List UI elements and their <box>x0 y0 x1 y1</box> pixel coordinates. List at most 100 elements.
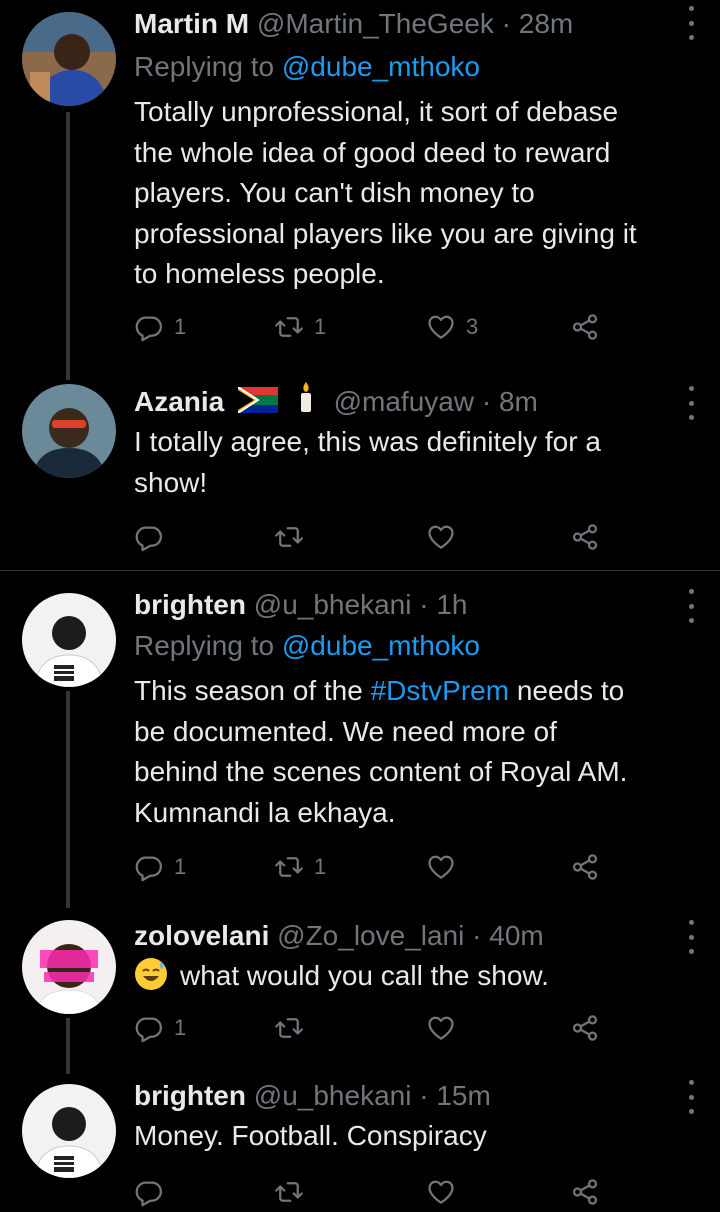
text-line: to homeless people. <box>134 258 385 289</box>
like-icon <box>426 522 456 552</box>
mention-link[interactable]: @dube_mthoko <box>282 51 480 82</box>
reply-icon <box>134 522 164 552</box>
like-button[interactable] <box>426 847 466 887</box>
timestamp[interactable]: 28m <box>519 8 573 39</box>
like-icon <box>426 1013 456 1043</box>
text-line: I totally agree, this was definitely for… <box>134 426 601 457</box>
like-icon <box>426 852 456 882</box>
share-button[interactable] <box>570 1172 600 1212</box>
more-icon[interactable] <box>686 589 696 623</box>
more-icon[interactable] <box>686 386 696 420</box>
display-name[interactable]: zolovelani <box>134 920 269 951</box>
timestamp[interactable]: 40m <box>489 920 543 951</box>
replying-to: Replying to @dube_mthoko <box>134 47 480 87</box>
retweet-button[interactable] <box>274 1172 304 1212</box>
tweet-header: Martin M @Martin_TheGeek · 28m <box>134 2 573 46</box>
avatar[interactable] <box>22 12 116 106</box>
retweet-icon <box>274 1013 304 1043</box>
tweet-brighten[interactable]: brighten @u_bhekani · 1h Replying to @du… <box>0 583 720 908</box>
text-line: Totally unprofessional, it sort of debas… <box>134 96 619 127</box>
text-line: show! <box>134 466 208 498</box>
share-icon <box>570 312 600 342</box>
retweet-icon <box>274 522 304 552</box>
thread-line <box>66 1018 70 1074</box>
tweet-text: Totally unprofessional, it sort of debas… <box>134 92 694 295</box>
retweet-button[interactable]: 1 <box>274 847 326 887</box>
share-button[interactable] <box>570 847 600 887</box>
tweet-header: brighten @u_bhekani · 1h <box>134 583 467 627</box>
handle[interactable]: @Zo_love_lani <box>277 920 464 951</box>
mention-link[interactable]: @dube_mthoko <box>282 630 480 661</box>
more-icon[interactable] <box>686 6 696 40</box>
text-fragment: what would you call the show. <box>180 960 549 991</box>
more-icon[interactable] <box>686 1080 696 1114</box>
reply-icon <box>134 312 164 342</box>
reply-button[interactable] <box>134 1172 164 1212</box>
share-button[interactable] <box>570 307 600 347</box>
display-name[interactable]: brighten <box>134 1080 246 1111</box>
more-icon[interactable] <box>686 920 696 954</box>
reply-count: 1 <box>174 314 187 339</box>
share-button[interactable] <box>570 517 600 557</box>
text-line: players. You can't dish money to <box>134 177 535 208</box>
like-button[interactable] <box>426 1172 456 1212</box>
separator: · <box>501 8 511 39</box>
replying-prefix: Replying to <box>134 51 275 82</box>
separator: · <box>419 589 429 620</box>
like-button[interactable] <box>426 517 466 557</box>
thread-line <box>66 112 70 380</box>
tweet-header: brighten @u_bhekani · 15m <box>134 1074 491 1118</box>
tweet-zolovelani[interactable]: zolovelani @Zo_love_lani · 40m what woul… <box>0 914 720 1074</box>
tweet-brighten-2[interactable]: brighten @u_bhekani · 15m Money. Footbal… <box>0 1074 720 1199</box>
separator: · <box>481 386 492 417</box>
display-name[interactable]: Martin M <box>134 8 249 39</box>
display-name[interactable]: Azania <box>134 386 224 417</box>
avatar[interactable] <box>22 384 116 478</box>
action-bar <box>134 517 614 557</box>
hashtag-link[interactable]: #DstvPrem <box>371 675 509 706</box>
timestamp[interactable]: 1h <box>436 589 467 620</box>
separator: · <box>472 920 482 951</box>
retweet-button[interactable] <box>274 517 314 557</box>
tweet-azania[interactable]: Azania @mafuyaw · 8m I totally agree, th… <box>0 380 720 570</box>
share-icon <box>570 1013 600 1043</box>
reply-button[interactable]: 1 <box>134 1008 186 1048</box>
tweet-martin[interactable]: Martin M @Martin_TheGeek · 28m Replying … <box>0 0 720 380</box>
avatar[interactable] <box>22 920 116 1014</box>
display-name[interactable]: brighten <box>134 589 246 620</box>
reply-icon <box>134 1013 164 1043</box>
share-icon <box>570 1177 600 1207</box>
tweet-text: This season of the #DstvPrem needs to be… <box>134 671 694 833</box>
avatar[interactable] <box>22 593 116 687</box>
handle[interactable]: @u_bhekani <box>254 1080 412 1111</box>
reply-icon <box>134 852 164 882</box>
text-fragment: This season of the <box>134 675 371 706</box>
avatar[interactable] <box>22 1084 116 1178</box>
reply-count: 1 <box>174 1015 187 1040</box>
timestamp[interactable]: 8m <box>499 386 538 417</box>
reply-button[interactable] <box>134 517 174 557</box>
handle[interactable]: @mafuyaw <box>334 386 474 417</box>
retweet-button[interactable] <box>274 1008 314 1048</box>
text-line: what would you call the show. <box>134 956 694 997</box>
timestamp[interactable]: 15m <box>436 1080 490 1111</box>
share-icon <box>570 852 600 882</box>
action-bar <box>134 1172 614 1212</box>
reply-button[interactable]: 1 <box>134 847 186 887</box>
share-button[interactable] <box>570 1008 600 1048</box>
retweet-icon <box>274 312 304 342</box>
text-fragment: needs to <box>509 675 625 706</box>
south-africa-flag-icon <box>237 382 279 426</box>
retweet-button[interactable]: 1 <box>274 307 326 347</box>
like-button[interactable] <box>426 1008 466 1048</box>
like-count: 3 <box>466 314 479 339</box>
reply-button[interactable]: 1 <box>134 307 186 347</box>
like-button[interactable]: 3 <box>426 307 478 347</box>
handle[interactable]: @Martin_TheGeek <box>257 8 494 39</box>
replying-to: Replying to @dube_mthoko <box>134 626 480 666</box>
like-icon <box>426 1177 456 1207</box>
thread-divider <box>0 570 720 571</box>
replying-prefix: Replying to <box>134 630 275 661</box>
handle[interactable]: @u_bhekani <box>254 589 412 620</box>
tweet-text: what would you call the show. <box>134 956 694 997</box>
